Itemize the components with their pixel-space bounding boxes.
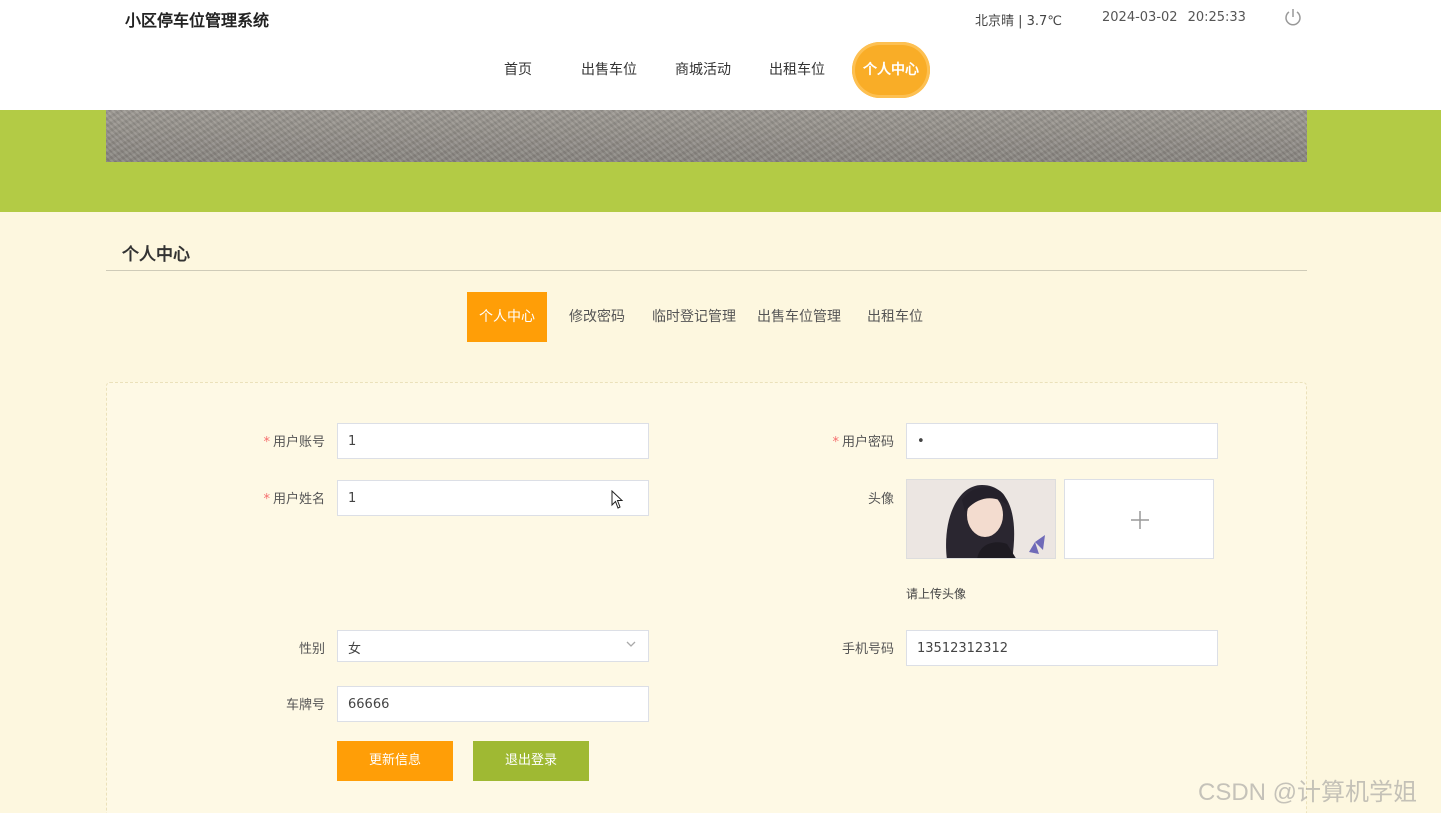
datetime: 2024-03-02 20:25:33 <box>1102 10 1246 25</box>
main-nav: 首页 出售车位 商城活动 出租车位 个人中心 <box>0 42 1441 98</box>
username-input[interactable] <box>337 423 649 459</box>
chevron-down-icon <box>626 641 636 647</box>
tab-personal-center[interactable]: 个人中心 <box>467 292 547 342</box>
banner-image <box>106 110 1307 162</box>
site-title: 小区停车位管理系统 <box>125 11 270 30</box>
tab-temp-registration[interactable]: 临时登记管理 <box>652 292 736 342</box>
top-header: 小区停车位管理系统 北京晴 | 3.7℃ 2024-03-02 20:25:33 … <box>0 0 1441 110</box>
update-info-button[interactable]: 更新信息 <box>337 741 453 781</box>
avatar[interactable] <box>906 479 1056 559</box>
nav-item-rent-spaces[interactable]: 出租车位 <box>769 42 825 98</box>
gender-select[interactable]: 女 <box>337 630 649 662</box>
gender-value: 女 <box>348 642 362 657</box>
divider <box>106 270 1307 271</box>
power-icon[interactable] <box>1283 7 1303 27</box>
name-input[interactable] <box>337 480 649 516</box>
avatar-hint: 请上传头像 <box>906 587 967 601</box>
gender-label: 性别 <box>298 642 325 657</box>
required-mark: * <box>263 435 270 450</box>
name-label: * 用户姓名 <box>263 492 325 507</box>
username-label: * 用户账号 <box>263 435 325 450</box>
page-title: 个人中心 <box>122 245 190 265</box>
nav-item-home[interactable]: 首页 <box>504 42 532 98</box>
avatar-label: 头像 <box>867 492 894 507</box>
tab-sale-space-management[interactable]: 出售车位管理 <box>757 292 841 342</box>
password-label: * 用户密码 <box>832 435 894 450</box>
avatar-upload-button[interactable] <box>1064 479 1214 559</box>
phone-label: 手机号码 <box>841 642 894 657</box>
plate-input[interactable] <box>337 686 649 722</box>
nav-item-sale-spaces[interactable]: 出售车位 <box>581 42 637 98</box>
required-mark: * <box>263 492 270 507</box>
nav-item-personal-center[interactable]: 个人中心 <box>852 42 930 98</box>
watermark: CSDN @计算机学姐 <box>1198 779 1418 806</box>
tab-rent-spaces[interactable]: 出租车位 <box>867 292 923 342</box>
time-text: 20:25:33 <box>1187 10 1246 25</box>
nav-item-mall-activity[interactable]: 商城活动 <box>675 42 731 98</box>
tab-change-password[interactable]: 修改密码 <box>569 292 625 342</box>
plus-icon <box>1131 511 1149 529</box>
phone-input[interactable] <box>906 630 1218 666</box>
logout-button[interactable]: 退出登录 <box>473 741 589 781</box>
weather-info: 北京晴 | 3.7℃ <box>975 14 1062 29</box>
plate-label: 车牌号 <box>285 698 325 713</box>
date-text: 2024-03-02 <box>1102 10 1178 25</box>
required-mark: * <box>832 435 839 450</box>
mouse-cursor-icon <box>611 490 624 509</box>
avatar-image <box>907 480 1055 558</box>
password-input[interactable] <box>906 423 1218 459</box>
